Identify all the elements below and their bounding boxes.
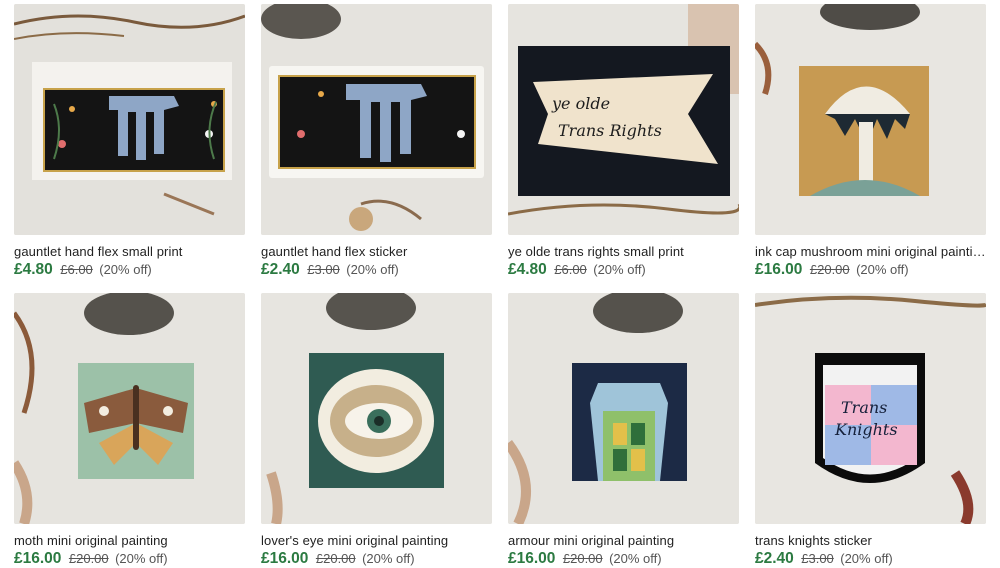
listing-title[interactable]: ink cap mushroom mini original painting xyxy=(755,244,986,259)
sale-price: £2.40 xyxy=(755,550,794,567)
sale-price: £4.80 xyxy=(14,261,53,278)
sale-price: £2.40 xyxy=(261,261,300,278)
listing-card[interactable]: lover's eye mini original painting £16.0… xyxy=(261,293,492,568)
listing-image[interactable] xyxy=(261,293,492,524)
listing-image[interactable]: ye olde Trans Rights xyxy=(508,4,739,235)
gauntlet-print-image xyxy=(14,4,245,235)
discount-label: (20% off) xyxy=(362,551,415,566)
listing-image[interactable] xyxy=(14,4,245,235)
gauntlet-sticker-image xyxy=(261,4,492,235)
discount-label: (20% off) xyxy=(856,262,909,277)
discount-label: (20% off) xyxy=(115,551,168,566)
price-row: £4.80 £6.00 (20% off) xyxy=(508,261,739,279)
original-price: £20.00 xyxy=(562,551,603,566)
listing-card[interactable]: Trans Knights trans knights sticker £2.4… xyxy=(755,293,986,568)
listing-image[interactable] xyxy=(14,293,245,524)
listing-title[interactable]: ye olde trans rights small print xyxy=(508,244,739,259)
price-row: £2.40 £3.00 (20% off) xyxy=(755,550,986,568)
moth-painting-image xyxy=(14,293,245,524)
price-row: £16.00 £20.00 (20% off) xyxy=(261,550,492,568)
original-price: £6.00 xyxy=(60,262,93,277)
sale-price: £16.00 xyxy=(14,550,62,567)
banner-text-line2: Trans Rights xyxy=(558,121,662,140)
listing-image[interactable] xyxy=(508,293,739,524)
listing-card[interactable]: ye olde Trans Rights ye olde trans right… xyxy=(508,4,739,279)
original-price: £20.00 xyxy=(315,551,356,566)
listing-image[interactable]: Trans Knights xyxy=(755,293,986,524)
sticker-text-line1: Trans xyxy=(841,398,887,417)
listing-title[interactable]: armour mini original painting xyxy=(508,533,739,548)
sale-price: £4.80 xyxy=(508,261,547,278)
sale-price: £16.00 xyxy=(261,550,309,567)
original-price: £20.00 xyxy=(809,262,850,277)
sale-price: £16.00 xyxy=(508,550,556,567)
listing-image[interactable] xyxy=(261,4,492,235)
listing-title[interactable]: moth mini original painting xyxy=(14,533,245,548)
listing-image[interactable] xyxy=(755,4,986,235)
listing-card[interactable]: ink cap mushroom mini original painting … xyxy=(755,4,986,279)
listing-title[interactable]: gauntlet hand flex small print xyxy=(14,244,245,259)
original-price: £3.00 xyxy=(307,262,340,277)
banner-text-line1: ye olde xyxy=(551,94,610,113)
original-price: £6.00 xyxy=(554,262,587,277)
discount-label: (20% off) xyxy=(609,551,662,566)
listing-title[interactable]: trans knights sticker xyxy=(755,533,986,548)
listing-grid: gauntlet hand flex small print £4.80 £6.… xyxy=(0,0,1000,567)
discount-label: (20% off) xyxy=(840,551,893,566)
trans-rights-banner-image: ye olde Trans Rights xyxy=(508,4,739,235)
mushroom-painting-image xyxy=(755,4,986,235)
listing-card[interactable]: gauntlet hand flex sticker £2.40 £3.00 (… xyxy=(261,4,492,279)
listing-card[interactable]: moth mini original painting £16.00 £20.0… xyxy=(14,293,245,568)
trans-knights-sticker-image: Trans Knights xyxy=(755,293,986,524)
sale-price: £16.00 xyxy=(755,261,803,278)
listing-card[interactable]: gauntlet hand flex small print £4.80 £6.… xyxy=(14,4,245,279)
price-row: £16.00 £20.00 (20% off) xyxy=(14,550,245,568)
price-row: £16.00 £20.00 (20% off) xyxy=(755,261,986,279)
listing-title[interactable]: lover's eye mini original painting xyxy=(261,533,492,548)
lovers-eye-painting-image xyxy=(261,293,492,524)
discount-label: (20% off) xyxy=(593,262,646,277)
original-price: £3.00 xyxy=(801,551,834,566)
price-row: £4.80 £6.00 (20% off) xyxy=(14,261,245,279)
discount-label: (20% off) xyxy=(346,262,399,277)
listing-card[interactable]: armour mini original painting £16.00 £20… xyxy=(508,293,739,568)
price-row: £2.40 £3.00 (20% off) xyxy=(261,261,492,279)
price-row: £16.00 £20.00 (20% off) xyxy=(508,550,739,568)
armour-painting-image xyxy=(508,293,739,524)
sticker-text-line2: Knights xyxy=(834,420,898,439)
listing-title[interactable]: gauntlet hand flex sticker xyxy=(261,244,492,259)
discount-label: (20% off) xyxy=(99,262,152,277)
original-price: £20.00 xyxy=(68,551,109,566)
